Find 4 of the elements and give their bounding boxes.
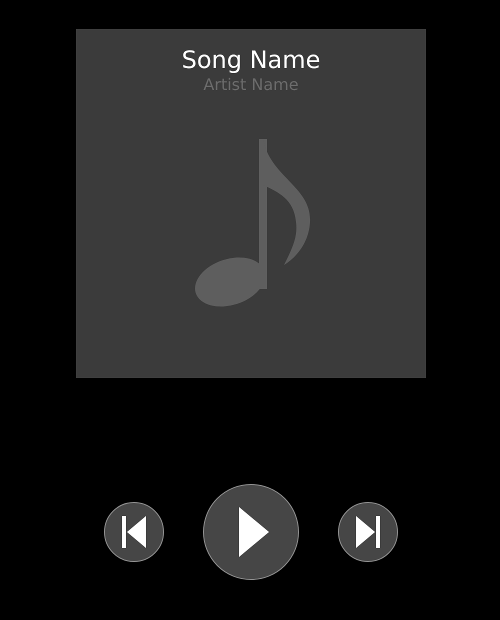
- skip-back-icon: [122, 516, 146, 548]
- play-icon: [239, 507, 269, 557]
- song-title: Song Name: [182, 45, 320, 75]
- skip-forward-icon: [356, 516, 380, 548]
